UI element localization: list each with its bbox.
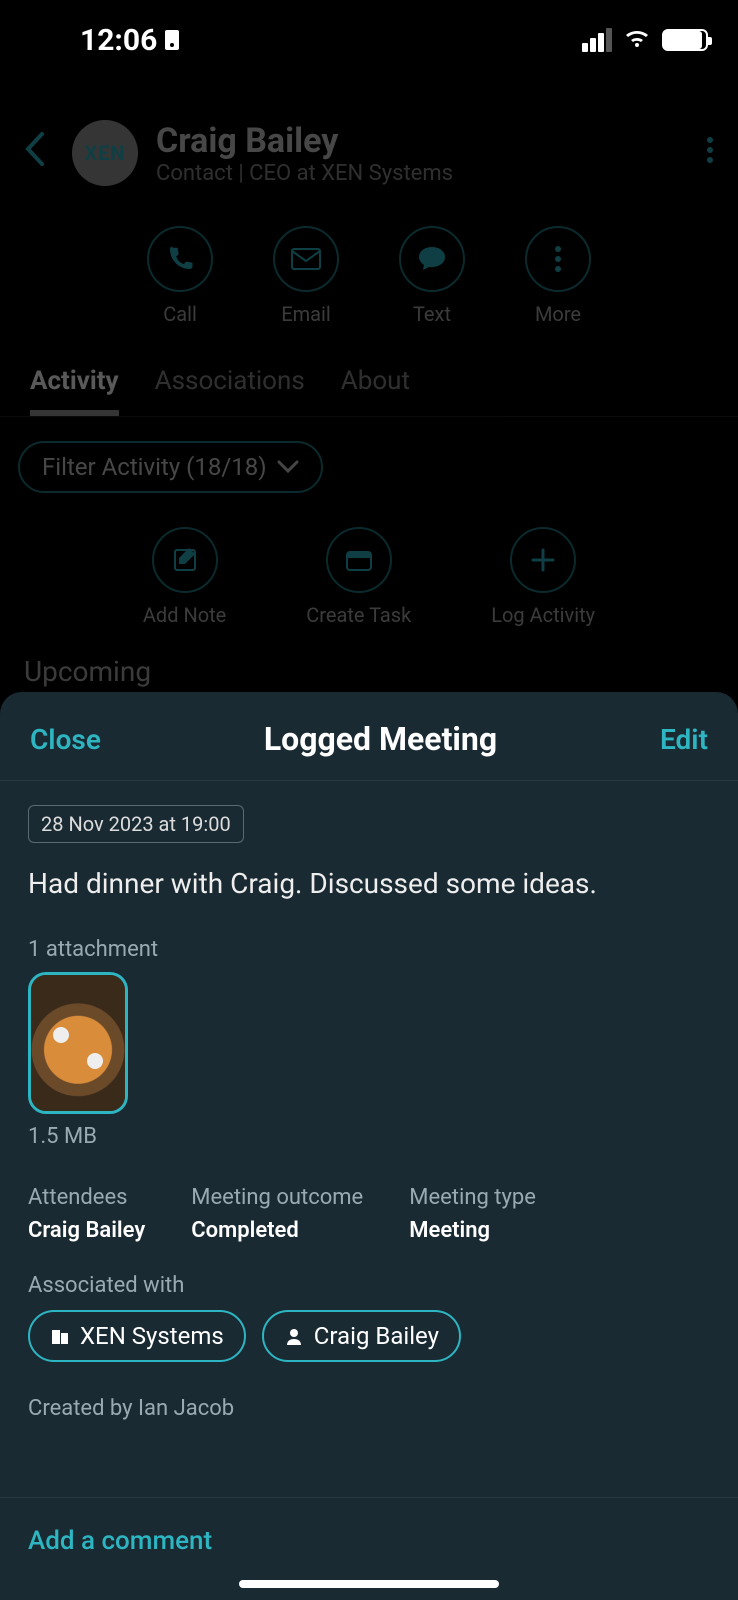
pizza-image (31, 975, 125, 1111)
type-label: Meeting type (409, 1185, 536, 1210)
building-icon (50, 1326, 70, 1346)
log-activity-action[interactable]: Log Activity (491, 527, 595, 627)
associated-with-label: Associated with (28, 1273, 710, 1298)
attendees-label: Attendees (28, 1185, 145, 1210)
chat-icon (399, 226, 465, 292)
filter-activity-button[interactable]: Filter Activity (18/18) (18, 441, 323, 493)
logged-meeting-sheet: Close Logged Meeting Edit 28 Nov 2023 at… (0, 692, 738, 1600)
more-menu-icon[interactable] (706, 136, 714, 171)
association-contact-chip[interactable]: Craig Bailey (262, 1310, 461, 1362)
phone-icon (147, 226, 213, 292)
wifi-icon (622, 27, 652, 53)
email-label: Email (281, 302, 331, 326)
log-activity-label: Log Activity (491, 603, 595, 627)
created-by: Created by Ian Jacob (28, 1396, 710, 1421)
meeting-note: Had dinner with Craig. Discussed some id… (28, 865, 710, 903)
association-company-chip[interactable]: XEN Systems (28, 1310, 246, 1362)
upcoming-heading: Upcoming (0, 647, 738, 696)
meeting-meta: Attendees Craig Bailey Meeting outcome C… (28, 1185, 710, 1243)
attendees-col: Attendees Craig Bailey (28, 1185, 145, 1243)
email-icon (273, 226, 339, 292)
attendees-value: Craig Bailey (28, 1218, 145, 1243)
more-action[interactable]: More (525, 226, 591, 326)
add-note-action[interactable]: Add Note (143, 527, 226, 627)
text-action[interactable]: Text (399, 226, 465, 326)
association-chips: XEN Systems Craig Bailey (28, 1310, 710, 1362)
person-icon (284, 1326, 304, 1346)
avatar: XEN (72, 120, 138, 186)
create-task-action[interactable]: Create Task (306, 527, 411, 627)
filter-label: Filter Activity (18/18) (42, 453, 267, 481)
tabs: Activity Associations About (0, 356, 738, 417)
contact-subtitle: Contact | CEO at XEN Systems (156, 161, 453, 186)
tab-about[interactable]: About (341, 366, 410, 416)
back-chevron-icon[interactable] (24, 132, 54, 175)
contact-header: XEN Craig Bailey Contact | CEO at XEN Sy… (0, 100, 738, 206)
create-task-label: Create Task (306, 603, 411, 627)
association-company-label: XEN Systems (80, 1322, 224, 1350)
outcome-label: Meeting outcome (191, 1185, 363, 1210)
tab-activity[interactable]: Activity (30, 366, 119, 416)
add-note-label: Add Note (143, 603, 226, 627)
attachment-count: 1 attachment (28, 937, 710, 962)
outcome-value: Completed (191, 1218, 363, 1243)
home-indicator[interactable] (239, 1580, 499, 1588)
plus-icon (510, 527, 576, 593)
dots-icon (525, 226, 591, 292)
activity-actions: Add Note Create Task Log Activity (0, 517, 738, 647)
portrait-lock-icon (163, 28, 181, 52)
outcome-col: Meeting outcome Completed (191, 1185, 363, 1243)
attachment-size: 1.5 MB (28, 1124, 710, 1149)
sheet-title: Logged Meeting (264, 720, 497, 758)
tab-associations[interactable]: Associations (155, 366, 305, 416)
task-icon (326, 527, 392, 593)
chevron-down-icon (277, 460, 299, 474)
sheet-header: Close Logged Meeting Edit (0, 692, 738, 781)
close-button[interactable]: Close (30, 723, 101, 756)
note-icon (152, 527, 218, 593)
email-action[interactable]: Email (273, 226, 339, 326)
battery-icon (662, 29, 708, 51)
edit-button[interactable]: Edit (660, 723, 708, 756)
cellular-signal-icon (582, 28, 612, 52)
association-contact-label: Craig Bailey (314, 1322, 439, 1350)
clock-text: 12:06 (80, 23, 157, 58)
date-chip[interactable]: 28 Nov 2023 at 19:00 (28, 805, 244, 843)
status-time: 12:06 (80, 23, 181, 58)
text-label: Text (413, 302, 451, 326)
call-label: Call (163, 302, 197, 326)
status-bar: 12:06 (0, 0, 738, 80)
call-action[interactable]: Call (147, 226, 213, 326)
attachment-thumbnail[interactable] (28, 972, 128, 1114)
type-value: Meeting (409, 1218, 536, 1243)
add-comment-button[interactable]: Add a comment (28, 1526, 710, 1556)
avatar-text: XEN (84, 141, 125, 165)
contact-name: Craig Bailey (156, 121, 453, 161)
status-icons (582, 27, 708, 53)
type-col: Meeting type Meeting (409, 1185, 536, 1243)
sheet-body: 28 Nov 2023 at 19:00 Had dinner with Cra… (0, 781, 738, 1497)
more-label: More (535, 302, 581, 326)
quick-actions: Call Email Text More (0, 206, 738, 356)
